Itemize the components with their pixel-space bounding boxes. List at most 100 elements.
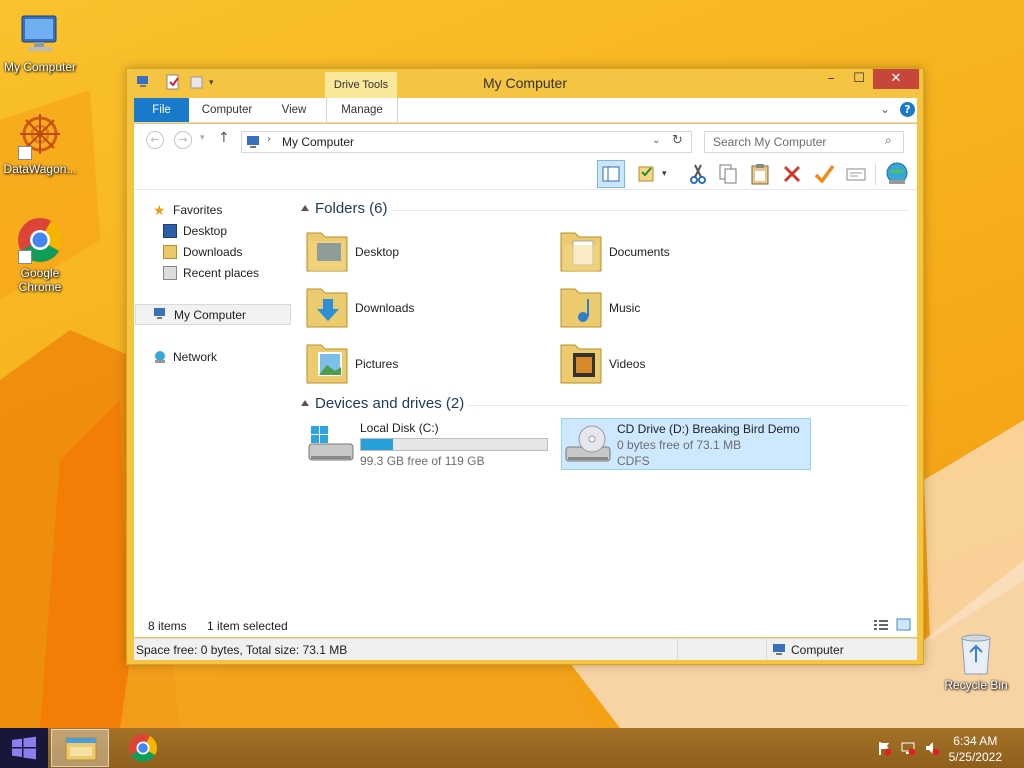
file-explorer-icon bbox=[65, 737, 97, 761]
computer-icon bbox=[247, 136, 259, 148]
disk-usage-fill bbox=[361, 439, 393, 450]
desktop-icon-google-chrome[interactable]: Google Chrome bbox=[0, 216, 80, 294]
search-icon[interactable]: ⌕ bbox=[885, 133, 892, 148]
network-icon bbox=[153, 350, 167, 364]
recent-places-icon bbox=[163, 266, 177, 280]
volume-muted-icon[interactable] bbox=[924, 740, 940, 756]
delete-icon[interactable] bbox=[778, 160, 806, 188]
pictures-folder-icon bbox=[306, 344, 348, 384]
view-options-dropdown-icon[interactable]: ▾ bbox=[662, 160, 674, 188]
address-dropdown-chevron-icon[interactable]: ⌄ bbox=[652, 135, 660, 146]
breadcrumb-my-computer[interactable]: My Computer bbox=[282, 135, 354, 149]
help-icon[interactable]: ? bbox=[900, 102, 915, 117]
nav-my-computer[interactable]: My Computer bbox=[135, 304, 291, 325]
start-button[interactable] bbox=[0, 728, 48, 768]
address-bar[interactable]: › My Computer ⌄ ↻ bbox=[241, 131, 692, 153]
datawagon-icon bbox=[16, 112, 64, 160]
recycle-bin-icon bbox=[956, 632, 996, 676]
up-button[interactable]: ↑ bbox=[218, 130, 230, 146]
search-input[interactable]: Search My Computer bbox=[704, 131, 904, 153]
items-view: Folders (6) Desktop Documents Downloads bbox=[299, 190, 917, 615]
collapse-arrow-icon bbox=[301, 205, 309, 211]
maximize-button[interactable]: ☐ bbox=[845, 69, 873, 89]
chrome-icon bbox=[16, 216, 64, 264]
tab-computer[interactable]: Computer bbox=[196, 98, 258, 122]
system-tray: 6:34 AM 5/25/2022 bbox=[864, 728, 1024, 768]
desktop-icon-label: Google Chrome bbox=[18, 266, 62, 294]
item-count: 8 items bbox=[148, 619, 187, 633]
shortcut-arrow-icon bbox=[18, 146, 32, 160]
space-info: Space free: 0 bytes, Total size: 73.1 MB bbox=[136, 643, 348, 657]
clock-date: 5/25/2022 bbox=[948, 750, 1002, 764]
music-folder-icon bbox=[560, 288, 602, 328]
hard-drive-icon bbox=[308, 426, 354, 461]
details-divider bbox=[766, 639, 767, 660]
expand-ribbon-chevron-icon[interactable]: ⌄ bbox=[880, 102, 890, 116]
paste-icon[interactable] bbox=[746, 160, 774, 188]
desktop-icon-label: My Computer bbox=[3, 60, 77, 74]
ribbon-tabs: File Computer View Manage ⌄ ? bbox=[134, 98, 917, 123]
details-divider bbox=[677, 639, 678, 660]
drive-cd-d[interactable]: CD Drive (D:) Breaking Bird Demo 0 bytes… bbox=[561, 418, 811, 470]
folder-documents[interactable]: Documents bbox=[559, 225, 789, 277]
drive-local-disk-c[interactable]: Local Disk (C:) 99.3 GB free of 119 GB bbox=[305, 418, 555, 470]
breadcrumb-separator-icon: › bbox=[267, 134, 271, 145]
downloads-folder-icon bbox=[306, 288, 348, 328]
shortcut-arrow-icon bbox=[18, 250, 32, 264]
desktop-icon bbox=[163, 224, 177, 238]
rename-checkmark-icon[interactable] bbox=[810, 160, 838, 188]
navigation-pane: ★ Favorites Desktop Downloads Recent pla… bbox=[134, 190, 294, 615]
desktop-icon-label: Recycle Bin bbox=[944, 678, 1008, 692]
title-bar[interactable]: ▾ Drive Tools My Computer – ☐ ✕ bbox=[127, 69, 923, 98]
toolbar-divider bbox=[875, 163, 876, 185]
large-icons-view-icon[interactable] bbox=[896, 618, 912, 632]
preview-pane-button[interactable] bbox=[597, 160, 625, 188]
minimize-button[interactable]: – bbox=[817, 69, 845, 89]
chrome-icon bbox=[129, 734, 157, 762]
devices-group-header[interactable]: Devices and drives (2) bbox=[299, 394, 909, 416]
desktop: My Computer DataWagon... Google Chrome R… bbox=[0, 0, 1024, 728]
desktop-icon-my-computer[interactable]: My Computer bbox=[0, 10, 80, 74]
folder-downloads[interactable]: Downloads bbox=[305, 281, 535, 333]
cut-icon[interactable] bbox=[684, 160, 712, 188]
taskbar: 6:34 AM 5/25/2022 bbox=[0, 728, 1024, 768]
properties-icon[interactable] bbox=[842, 160, 870, 188]
star-icon: ★ bbox=[153, 202, 166, 218]
network-status-icon[interactable] bbox=[900, 740, 916, 756]
details-view-icon[interactable] bbox=[873, 618, 889, 632]
network-globe-icon[interactable] bbox=[883, 160, 911, 188]
refresh-icon[interactable]: ↻ bbox=[672, 133, 683, 148]
status-bar: 8 items 1 item selected bbox=[134, 615, 917, 637]
group-divider bbox=[391, 210, 909, 211]
taskbar-file-explorer[interactable] bbox=[51, 729, 109, 767]
view-options-icon[interactable] bbox=[634, 160, 662, 188]
folder-pictures[interactable]: Pictures bbox=[305, 337, 535, 389]
folders-group-header[interactable]: Folders (6) bbox=[299, 199, 909, 221]
desktop-folder-icon bbox=[306, 232, 348, 272]
windows-logo-icon bbox=[12, 736, 36, 760]
forward-button[interactable]: → bbox=[174, 131, 192, 149]
tab-file[interactable]: File bbox=[134, 98, 189, 122]
clock-time: 6:34 AM bbox=[953, 734, 998, 748]
folder-desktop[interactable]: Desktop bbox=[305, 225, 535, 277]
downloads-folder-icon bbox=[163, 245, 177, 259]
close-button[interactable]: ✕ bbox=[873, 69, 919, 89]
computer-icon bbox=[772, 643, 788, 657]
collapse-arrow-icon bbox=[301, 400, 309, 406]
back-button[interactable]: ← bbox=[146, 131, 164, 149]
tab-view[interactable]: View bbox=[274, 98, 314, 122]
recent-locations-chevron-icon[interactable]: ▾ bbox=[200, 133, 205, 143]
copy-icon[interactable] bbox=[714, 160, 742, 188]
group-divider bbox=[467, 405, 909, 406]
folder-music[interactable]: Music bbox=[559, 281, 789, 333]
folder-videos[interactable]: Videos bbox=[559, 337, 789, 389]
desktop-icon-datawagon[interactable]: DataWagon... bbox=[0, 112, 80, 176]
taskbar-google-chrome[interactable] bbox=[114, 729, 172, 767]
desktop-icon-recycle-bin[interactable]: Recycle Bin bbox=[936, 632, 1016, 692]
clock[interactable]: 6:34 AM 5/25/2022 bbox=[949, 733, 1002, 765]
explorer-window: ▾ Drive Tools My Computer – ☐ ✕ File Com… bbox=[126, 68, 924, 665]
action-center-flag-icon[interactable] bbox=[876, 740, 892, 756]
disk-usage-bar bbox=[360, 438, 548, 451]
computer-icon bbox=[16, 10, 64, 58]
tab-manage[interactable]: Manage bbox=[326, 98, 398, 122]
